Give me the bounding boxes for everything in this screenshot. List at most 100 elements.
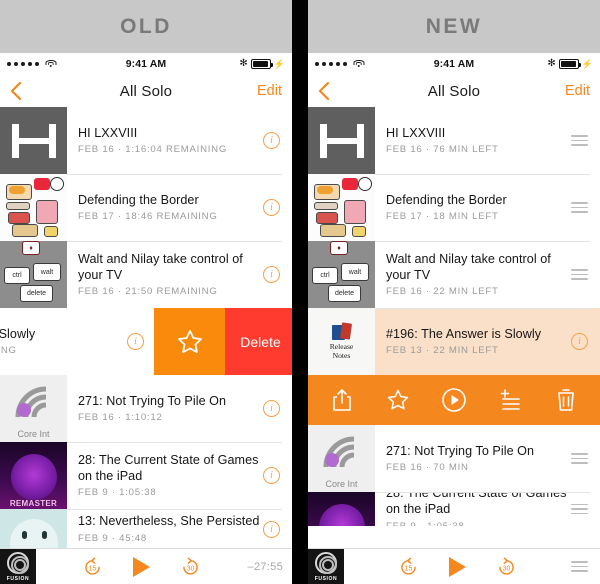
table-row[interactable]: ctrl walt delete ♦ Walt and Nilay take c…: [308, 241, 600, 308]
episode-title: HI LXXVIII: [386, 125, 446, 140]
table-row[interactable]: Core Int 271: Not Trying To Pile On FEB …: [0, 375, 292, 442]
edit-button[interactable]: Edit: [565, 83, 590, 99]
old-episode-list[interactable]: HI LXXVIII FEB 16 · 1:16:04 REMAINING i: [0, 107, 292, 584]
charging-bolt-icon: ⚡: [581, 58, 593, 69]
now-playing-artwork[interactable]: FUSION: [0, 548, 36, 584]
svg-text:30: 30: [503, 565, 511, 572]
svg-text:30: 30: [187, 565, 195, 572]
svg-text:15: 15: [405, 565, 413, 572]
share-icon[interactable]: [327, 385, 357, 415]
episode-subtitle: 35 REMAINING: [0, 345, 17, 357]
old-band: OLD: [0, 0, 292, 53]
forward-30-icon[interactable]: 30: [496, 556, 517, 577]
new-band-label: NEW: [425, 14, 483, 38]
info-icon[interactable]: i: [263, 400, 280, 417]
artwork-remaster: REMASTER: [0, 442, 67, 509]
new-player-bar[interactable]: FUSION 15 30: [308, 548, 600, 584]
comparison-stage: OLD 9:41 AM ✻ ⚡ All Solo Edit HI LXXVIII…: [0, 0, 600, 584]
bluetooth-icon: ✻: [547, 58, 556, 69]
table-row[interactable]: Defending the Border FEB 17 · 18 MIN LEF…: [308, 174, 600, 241]
row-action-bar[interactable]: [308, 375, 600, 425]
trash-icon[interactable]: [551, 385, 581, 415]
artwork-do-by-friday: [308, 174, 375, 241]
episode-title: 271: Not Trying To Pile On: [386, 443, 535, 458]
episode-title: HI LXXVIII: [78, 125, 138, 140]
battery-icon: [250, 59, 273, 69]
episode-subtitle: FEB 16 · 21:50 REMAINING: [78, 286, 218, 298]
old-band-label: OLD: [120, 14, 172, 38]
old-panel: OLD 9:41 AM ✻ ⚡ All Solo Edit HI LXXVIII…: [0, 0, 292, 584]
info-icon[interactable]: i: [571, 333, 588, 350]
artwork-face: [0, 509, 67, 549]
player-drag-handle-icon[interactable]: [571, 561, 588, 572]
drag-handle-icon[interactable]: [571, 503, 588, 515]
page-title: All Solo: [427, 82, 481, 100]
info-icon[interactable]: i: [263, 132, 280, 149]
swipe-action-group[interactable]: Delete: [154, 308, 292, 375]
info-icon[interactable]: i: [263, 266, 280, 283]
new-status-bar: 9:41 AM ✻ ⚡: [308, 53, 600, 75]
info-icon[interactable]: i: [263, 520, 280, 538]
info-icon[interactable]: i: [263, 199, 280, 216]
play-button[interactable]: [133, 556, 151, 577]
episode-subtitle: FEB 9 · 1:05:38: [78, 487, 157, 499]
artwork-core-int: Core Int: [0, 375, 67, 442]
new-phone-screen: 9:41 AM ✻ ⚡ All Solo Edit HI LXXVIII FEB…: [308, 53, 600, 584]
episode-subtitle: FEB 17 · 18:46 REMAINING: [78, 211, 218, 223]
episode-subtitle: FEB 17 · 18 MIN LEFT: [386, 211, 499, 223]
drag-handle-icon[interactable]: [571, 135, 588, 146]
old-status-bar: 9:41 AM ✻ ⚡: [0, 53, 292, 75]
table-row[interactable]: Core Int 271: Not Trying To Pile On FEB …: [308, 425, 600, 492]
episode-title: Walt and Nilay take control of your TV: [386, 251, 551, 282]
episode-title: Answer is Slowly: [0, 326, 36, 341]
table-row[interactable]: HI LXXVIII FEB 16 · 1:16:04 REMAINING i: [0, 107, 292, 174]
old-player-bar[interactable]: FUSION 15 30 –27:55: [0, 548, 292, 584]
now-playing-artwork[interactable]: FUSION: [308, 548, 344, 584]
episode-title: Defending the Border: [386, 192, 507, 207]
delete-button[interactable]: Delete: [225, 308, 292, 375]
episode-title: Walt and Nilay take control of your TV: [78, 251, 243, 282]
rewind-15-icon[interactable]: 15: [398, 556, 419, 577]
rewind-15-icon[interactable]: 15: [82, 556, 103, 577]
table-row[interactable]: REMASTER 28: The Current State of Games …: [308, 492, 600, 526]
table-row[interactable]: ctrl walt delete ♦ Walt and Nilay take c…: [0, 241, 292, 308]
episode-title: 28: The Current State of Games on the iP…: [78, 452, 259, 483]
artwork-ctrl-walt-delete: ctrl walt delete ♦: [308, 241, 375, 308]
artwork-core-int: Core Int: [308, 425, 375, 492]
old-phone-screen: 9:41 AM ✻ ⚡ All Solo Edit HI LXXVIII FEB…: [0, 53, 292, 584]
info-icon[interactable]: i: [127, 332, 144, 350]
artwork-hi: [0, 107, 67, 174]
episode-title: 28: The Current State of Games on the iP…: [386, 492, 567, 516]
time-remaining: –27:55: [247, 560, 283, 573]
table-row[interactable]: REMASTER 28: The Current State of Games …: [0, 442, 292, 509]
table-row[interactable]: 13: Nevertheless, She Persisted FEB 9 · …: [0, 509, 292, 549]
play-button[interactable]: [449, 556, 466, 577]
svg-text:15: 15: [89, 565, 97, 572]
episode-subtitle: FEB 9 · 45:48: [78, 532, 147, 544]
artwork-hi: [308, 107, 375, 174]
drag-handle-icon[interactable]: [571, 202, 588, 213]
star-icon[interactable]: [383, 385, 413, 415]
episode-title: 271: Not Trying To Pile On: [78, 393, 227, 408]
info-icon[interactable]: i: [263, 467, 280, 484]
table-row[interactable]: Defending the Border FEB 17 · 18:46 REMA…: [0, 174, 292, 241]
table-row[interactable]: HI LXXVIII FEB 16 · 76 MIN LEFT: [308, 107, 600, 174]
drag-handle-icon[interactable]: [571, 453, 588, 464]
artwork-release-notes: Release Notes: [308, 308, 375, 375]
new-panel: NEW 9:41 AM ✻ ⚡ All Solo Edit HI LXXVIII…: [308, 0, 600, 584]
star-button[interactable]: [154, 308, 225, 375]
drag-handle-icon[interactable]: [571, 269, 588, 280]
table-row-swiped[interactable]: ReleaseNotes Answer is Slowly 35 REMAINI…: [0, 308, 292, 375]
forward-30-icon[interactable]: 30: [180, 556, 201, 577]
add-to-queue-icon[interactable]: [495, 385, 525, 415]
episode-title: #196: The Answer is Slowly: [386, 326, 542, 341]
episode-title: 13: Nevertheless, She Persisted: [78, 514, 260, 529]
episode-subtitle: FEB 16 · 1:10:12: [78, 412, 163, 424]
bluetooth-icon: ✻: [239, 58, 248, 69]
table-row-selected[interactable]: Release Notes #196: The Answer is Slowly …: [308, 308, 600, 375]
episode-subtitle: FEB 16 · 22 MIN LEFT: [386, 286, 499, 298]
play-icon[interactable]: [439, 385, 469, 415]
edit-button[interactable]: Edit: [257, 83, 282, 99]
new-episode-list[interactable]: HI LXXVIII FEB 16 · 76 MIN LEFT Defendin…: [308, 107, 600, 584]
episode-title: Defending the Border: [78, 192, 199, 207]
